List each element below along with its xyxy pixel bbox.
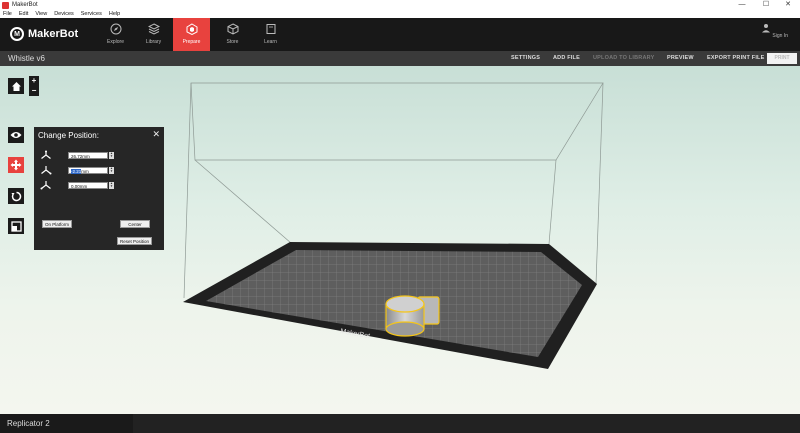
x-position-input[interactable]: 26.72mm [68, 151, 108, 159]
compass-icon [110, 23, 121, 35]
y-position-stepper[interactable]: ▲ ▼ [109, 166, 114, 174]
rotate-tool-button[interactable] [8, 188, 24, 204]
book-icon [266, 24, 275, 34]
sign-in-button[interactable]: Sign In [761, 23, 788, 39]
x-position-value: 26.72mm [71, 153, 90, 159]
menu-devices[interactable]: Devices [54, 11, 74, 17]
menu-bar: File Edit View Devices Services Help [0, 10, 800, 18]
tab-explore-label: Explore [107, 39, 124, 45]
z-position-stepper[interactable]: ▲ ▼ [109, 181, 114, 189]
y-position-unit: mm [81, 168, 89, 174]
status-bar: Replicator 2 [0, 414, 800, 433]
upload-to-library-button[interactable]: UPLOAD TO LIBRARY [593, 55, 654, 61]
scale-icon [10, 220, 22, 232]
machine-selector[interactable]: Replicator 2 [0, 414, 133, 433]
move-arrows-icon [10, 159, 22, 171]
sign-in-label: Sign In [772, 33, 788, 39]
settings-button[interactable]: SETTINGS [511, 55, 540, 61]
window-titlebar: MakerBot — ☐ ✕ [0, 0, 800, 10]
zoom-out-button[interactable]: − [29, 86, 39, 96]
y-axis-icon [41, 166, 52, 175]
minimize-button[interactable]: — [730, 0, 754, 10]
tab-prepare-label: Prepare [182, 39, 201, 45]
change-position-panel: Change Position: ✕ 26.72mm ▲ ▼ -2.21mm ▲ ▼… [34, 127, 164, 250]
tab-library[interactable]: Library [135, 18, 172, 51]
user-icon [762, 24, 771, 33]
menu-file[interactable]: File [3, 11, 12, 17]
app-icon [2, 1, 9, 9]
home-view-button[interactable] [8, 78, 24, 94]
tab-learn[interactable]: Learn [252, 18, 289, 51]
menu-services[interactable]: Services [81, 11, 102, 17]
tab-store-label: Store [226, 39, 239, 45]
x-position-row: 26.72mm ▲ ▼ [40, 150, 160, 160]
rotate-icon [11, 191, 21, 201]
logo-text: MakerBot [28, 28, 79, 40]
project-name: Whistle v6 [8, 54, 45, 63]
top-navigation: M MakerBot Explore Library Prepare Store… [0, 18, 800, 51]
tab-store[interactable]: Store [214, 18, 251, 51]
close-window-button[interactable]: ✕ [776, 0, 800, 10]
x-position-stepper[interactable]: ▲ ▼ [109, 151, 114, 159]
menu-view[interactable]: View [35, 11, 47, 17]
tab-explore[interactable]: Explore [97, 18, 134, 51]
tab-prepare[interactable]: Prepare [173, 18, 210, 51]
library-icon [147, 23, 160, 35]
z-position-value: 0.00mm [71, 183, 88, 189]
preview-button[interactable]: PREVIEW [667, 55, 694, 61]
y-position-value: -2.21 [71, 168, 82, 174]
y-position-input[interactable]: -2.21mm [68, 166, 108, 174]
export-print-file-button[interactable]: EXPORT PRINT FILE [707, 55, 765, 61]
tab-learn-label: Learn [264, 39, 277, 45]
center-button[interactable]: Center [120, 220, 150, 228]
project-toolbar: Whistle v6 SETTINGS ADD FILE UPLOAD TO L… [0, 51, 800, 66]
move-tool-button[interactable] [8, 157, 24, 173]
logo-m-icon: M [10, 27, 24, 41]
eye-icon [10, 132, 22, 138]
z-axis-icon [40, 181, 51, 190]
y-position-row: -2.21mm ▲ ▼ [40, 165, 160, 175]
view-tool-button[interactable] [8, 127, 24, 143]
panel-title: Change Position: [38, 131, 99, 140]
scale-tool-button[interactable] [8, 218, 24, 234]
menu-edit[interactable]: Edit [19, 11, 28, 17]
x-axis-icon [41, 150, 51, 159]
close-panel-icon[interactable]: ✕ [152, 129, 160, 140]
on-platform-button[interactable]: On Platform [42, 220, 72, 228]
maximize-button[interactable]: ☐ [754, 0, 778, 10]
window-title: MakerBot [12, 2, 38, 8]
z-position-row: 0.00mm ▲ ▼ [40, 180, 160, 190]
reset-position-button[interactable]: Reset Position [117, 237, 152, 245]
cube-icon [227, 23, 238, 35]
tab-library-label: Library [145, 39, 162, 45]
print-button[interactable]: PRINT [767, 53, 797, 64]
makerbot-logo: M MakerBot [10, 27, 78, 41]
add-file-button[interactable]: ADD FILE [553, 55, 580, 61]
prepare-icon [186, 23, 197, 35]
z-position-input[interactable]: 0.00mm [68, 181, 108, 189]
zoom-in-button[interactable]: + [29, 76, 39, 86]
home-icon [11, 81, 21, 91]
menu-help[interactable]: Help [109, 11, 120, 17]
